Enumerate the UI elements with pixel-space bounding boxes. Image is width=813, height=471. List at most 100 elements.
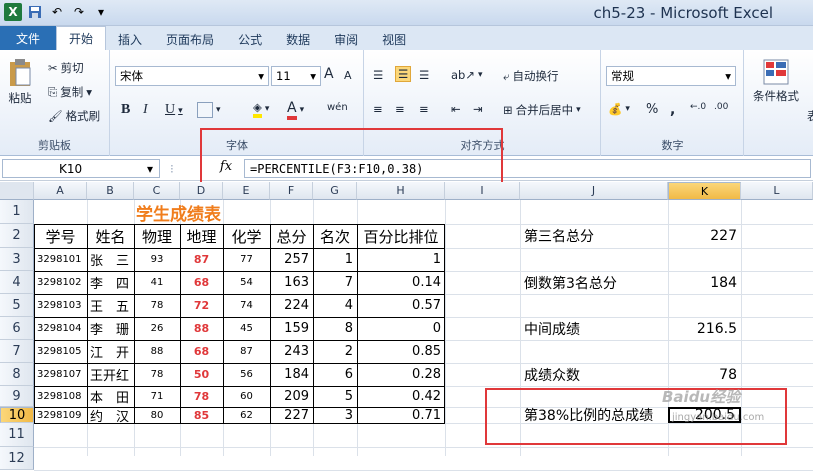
comma-button[interactable]: , bbox=[670, 102, 675, 118]
table-cell-id[interactable]: 3298101 bbox=[34, 248, 87, 271]
increase-decimal-button[interactable]: ←.0 bbox=[690, 102, 706, 112]
row-header-11[interactable]: 11 bbox=[0, 423, 34, 447]
align-middle-button[interactable]: ☰ bbox=[395, 66, 412, 82]
table-cell-total[interactable]: 159 bbox=[270, 317, 313, 340]
increase-indent-button[interactable]: ⇥ bbox=[473, 102, 483, 116]
stat-label[interactable]: 第三名总分 bbox=[520, 224, 668, 248]
table-cell-rank[interactable]: 7 bbox=[313, 271, 357, 294]
column-header-j[interactable]: J bbox=[520, 182, 668, 200]
table-cell-id[interactable]: 3298109 bbox=[34, 407, 87, 423]
table-cell-total[interactable]: 163 bbox=[270, 271, 313, 294]
bold-button[interactable]: B bbox=[121, 102, 130, 118]
table-cell-pct[interactable]: 0.42 bbox=[357, 386, 445, 407]
row-header-5[interactable]: 5 bbox=[0, 294, 34, 317]
merge-center-button[interactable]: ⊞ 合并后居中 ▾ bbox=[503, 102, 581, 118]
table-cell-geo[interactable]: 85 bbox=[180, 407, 223, 423]
font-size-select[interactable]: 11 ▾ bbox=[271, 66, 321, 86]
table-cell-geo[interactable]: 78 bbox=[180, 386, 223, 407]
table-cell-id[interactable]: 3298107 bbox=[34, 363, 87, 386]
table-cell-name[interactable]: 王开红 bbox=[87, 363, 134, 386]
cut-button[interactable]: ✂ 剪切 bbox=[48, 60, 84, 76]
row-header-9[interactable]: 9 bbox=[0, 386, 34, 407]
column-header-c[interactable]: C bbox=[134, 182, 180, 200]
table-cell-total[interactable]: 184 bbox=[270, 363, 313, 386]
font-name-select[interactable]: 宋体 ▾ bbox=[115, 66, 269, 86]
table-cell-chem[interactable]: 60 bbox=[223, 386, 270, 407]
table-header[interactable]: 地理 bbox=[180, 224, 223, 248]
table-cell-chem[interactable]: 54 bbox=[223, 271, 270, 294]
table-cell-geo[interactable]: 72 bbox=[180, 294, 223, 317]
column-header-b[interactable]: B bbox=[87, 182, 134, 200]
align-center-button[interactable]: ≡ bbox=[395, 102, 405, 116]
table-cell-geo[interactable]: 87 bbox=[180, 248, 223, 271]
column-header-k[interactable]: K bbox=[668, 182, 741, 200]
font-color-button[interactable]: A ▾ bbox=[287, 100, 304, 120]
number-format-select[interactable]: 常规 ▾ bbox=[606, 66, 736, 86]
table-cell-geo[interactable]: 68 bbox=[180, 340, 223, 363]
table-cell-rank[interactable]: 5 bbox=[313, 386, 357, 407]
sheet-title[interactable]: 学生成绩表 bbox=[87, 200, 270, 225]
decrease-indent-button[interactable]: ⇤ bbox=[451, 102, 461, 116]
table-cell-pct[interactable]: 0 bbox=[357, 317, 445, 340]
column-header-i[interactable]: I bbox=[445, 182, 520, 200]
table-header[interactable]: 物理 bbox=[134, 224, 180, 248]
stat-value[interactable]: 78 bbox=[668, 363, 741, 386]
column-header-h[interactable]: H bbox=[357, 182, 445, 200]
align-top-button[interactable]: ☰ bbox=[373, 68, 383, 82]
table-cell-physics[interactable]: 93 bbox=[134, 248, 180, 271]
table-header[interactable]: 百分比排位 bbox=[357, 224, 445, 248]
table-cell-pct[interactable]: 0.71 bbox=[357, 407, 445, 423]
table-cell-id[interactable]: 3298103 bbox=[34, 294, 87, 317]
table-cell-total[interactable]: 257 bbox=[270, 248, 313, 271]
table-cell-physics[interactable]: 26 bbox=[134, 317, 180, 340]
format-as-table-button[interactable]: 表 bbox=[807, 108, 813, 124]
table-cell-pct[interactable]: 0.85 bbox=[357, 340, 445, 363]
italic-button[interactable]: I bbox=[143, 102, 148, 118]
tab-insert[interactable]: 插入 bbox=[106, 28, 154, 50]
underline-button[interactable]: U ▾ bbox=[165, 102, 183, 118]
table-cell-chem[interactable]: 87 bbox=[223, 340, 270, 363]
table-cell-id[interactable]: 3298105 bbox=[34, 340, 87, 363]
currency-button[interactable]: 💰 ▾ bbox=[608, 102, 630, 116]
column-header-f[interactable]: F bbox=[270, 182, 313, 200]
table-cell-physics[interactable]: 71 bbox=[134, 386, 180, 407]
align-left-button[interactable]: ≡ bbox=[373, 102, 383, 116]
table-cell-chem[interactable]: 77 bbox=[223, 248, 270, 271]
row-header-10[interactable]: 10 bbox=[0, 407, 34, 423]
table-cell-name[interactable]: 李 四 bbox=[87, 271, 134, 294]
copy-button[interactable]: ⎘ 复制 ▾ bbox=[48, 84, 92, 100]
row-header-2[interactable]: 2 bbox=[0, 224, 34, 248]
table-header[interactable]: 姓名 bbox=[87, 224, 134, 248]
paste-button[interactable]: 粘贴 bbox=[6, 58, 34, 106]
tab-file[interactable]: 文件 bbox=[0, 26, 57, 50]
table-cell-name[interactable]: 李 珊 bbox=[87, 317, 134, 340]
shrink-font-button[interactable]: A bbox=[344, 69, 352, 82]
table-cell-physics[interactable]: 78 bbox=[134, 363, 180, 386]
table-cell-name[interactable]: 约 汉 bbox=[87, 407, 134, 424]
table-cell-id[interactable]: 3298102 bbox=[34, 271, 87, 294]
table-cell-rank[interactable]: 2 bbox=[313, 340, 357, 363]
grow-font-button[interactable]: A bbox=[324, 66, 334, 82]
table-cell-name[interactable]: 本 田 bbox=[87, 386, 134, 407]
orientation-button[interactable]: ab↗ ▾ bbox=[451, 68, 483, 82]
phonetic-button[interactable]: wén bbox=[327, 102, 348, 113]
align-right-button[interactable]: ≡ bbox=[419, 102, 429, 116]
stat-label[interactable]: 中间成绩 bbox=[520, 317, 668, 340]
table-cell-physics[interactable]: 80 bbox=[134, 407, 180, 423]
table-cell-name[interactable]: 江 开 bbox=[87, 340, 134, 363]
table-cell-total[interactable]: 243 bbox=[270, 340, 313, 363]
stat-value[interactable]: 227 bbox=[668, 224, 741, 248]
wrap-text-button[interactable]: ⤶ 自动换行 bbox=[503, 68, 558, 84]
table-cell-chem[interactable]: 45 bbox=[223, 317, 270, 340]
table-cell-pct[interactable]: 0.28 bbox=[357, 363, 445, 386]
table-header[interactable]: 化学 bbox=[223, 224, 270, 248]
table-cell-chem[interactable]: 56 bbox=[223, 363, 270, 386]
row-header-1[interactable]: 1 bbox=[0, 200, 34, 224]
table-cell-pct[interactable]: 0.14 bbox=[357, 271, 445, 294]
table-cell-pct[interactable]: 0.57 bbox=[357, 294, 445, 317]
select-all-corner[interactable] bbox=[0, 182, 34, 200]
table-header[interactable]: 学号 bbox=[34, 224, 87, 248]
tab-data[interactable]: 数据 bbox=[274, 28, 322, 50]
align-bottom-button[interactable]: ☰ bbox=[419, 68, 429, 82]
table-cell-physics[interactable]: 88 bbox=[134, 340, 180, 363]
